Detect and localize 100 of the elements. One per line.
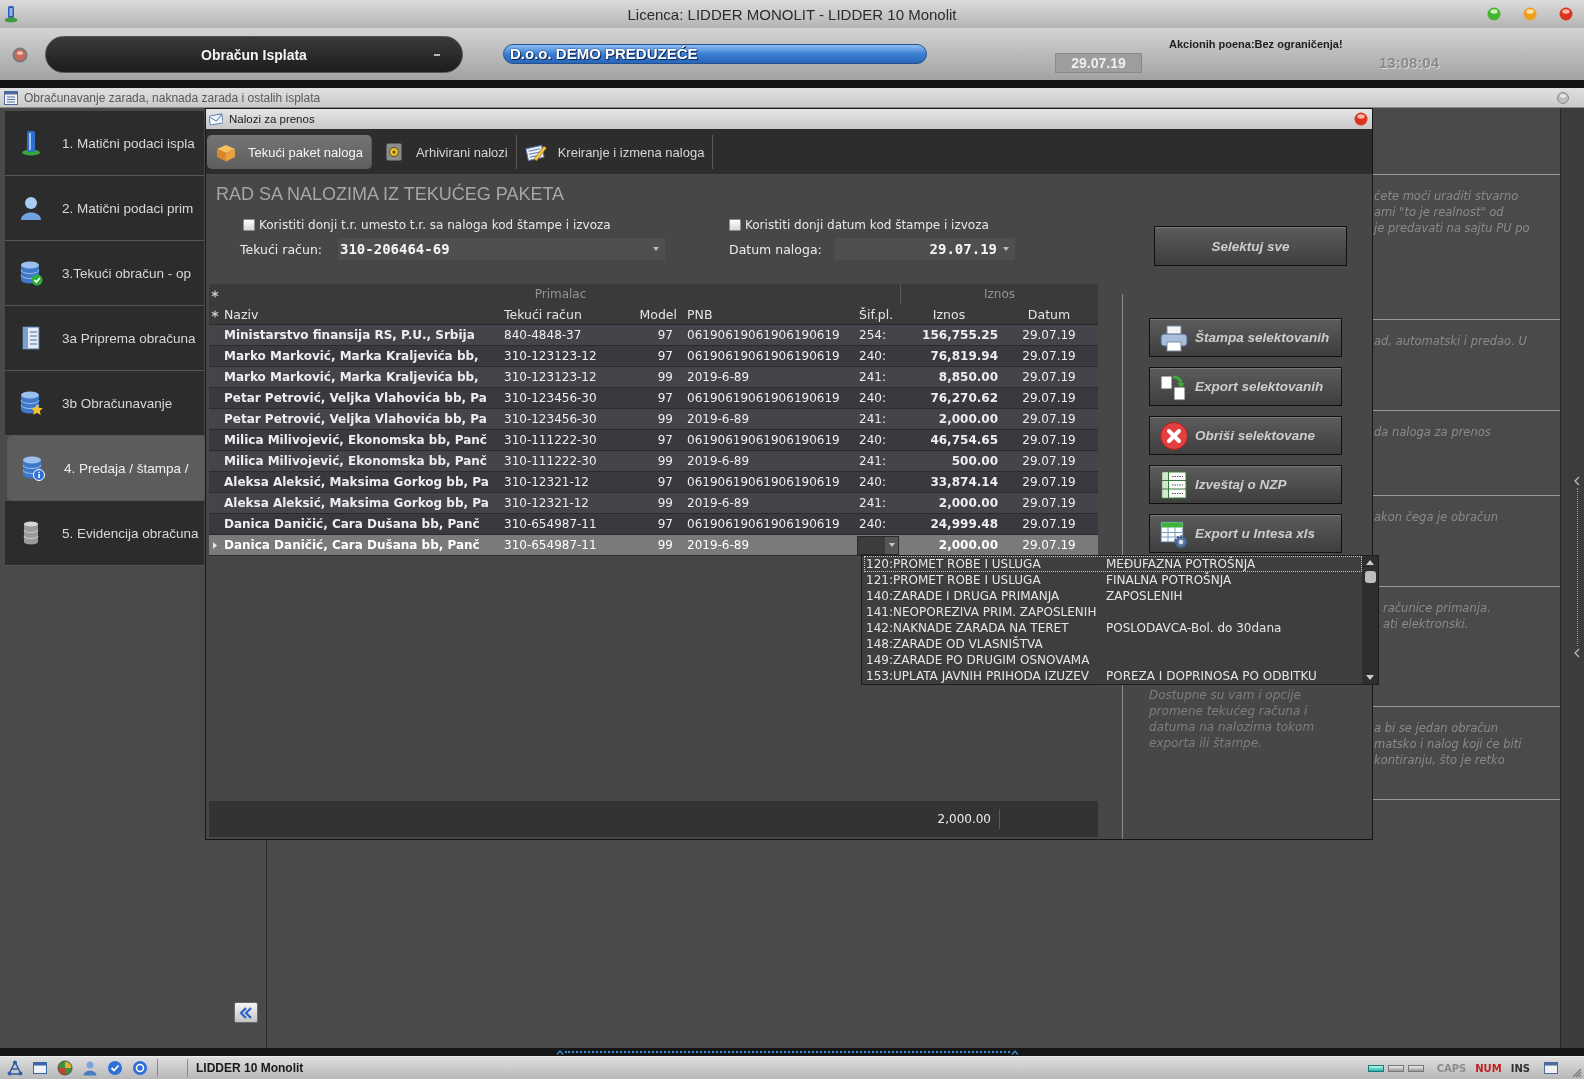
scrollbar-thumb[interactable]: [1364, 571, 1376, 583]
column-header[interactable]: Naziv: [221, 306, 502, 322]
module-selector[interactable]: Obračun Isplata: [45, 36, 463, 73]
checkbox-label: Koristiti donji t.r. umesto t.r. sa naloga kod štampe i izvoza: [259, 218, 611, 232]
dropdown-option[interactable]: 141:NEOPOREZIVA PRIM. ZAPOSLENIH: [864, 604, 1362, 620]
table-cell-text: 97: [656, 391, 674, 405]
close-button[interactable]: [1559, 7, 1573, 21]
table-row[interactable]: Danica Daničić, Cara Dušana bb, Panč 310-654987-11 97 06190619061906190619 240: 24,999.48 29.07.19: [209, 514, 1098, 535]
caret-down-icon: [653, 247, 659, 251]
row-pointer-icon: [213, 541, 217, 549]
column-header[interactable]: PNB: [681, 306, 856, 322]
column-header[interactable]: Tekući račun: [502, 306, 632, 322]
spreadsheet-icon: [1159, 469, 1189, 500]
check-circle-icon[interactable]: [107, 1060, 123, 1076]
dot-icon: [1354, 112, 1368, 126]
table-cell-text: 2,000.00: [937, 412, 999, 426]
sidebar-item[interactable]: 3.Tekući obračun - op: [5, 241, 204, 306]
action-button[interactable]: Export selektovanih: [1149, 367, 1342, 406]
envelope-icon: [209, 113, 223, 125]
table-cell-text: 2019-6-89: [686, 370, 751, 384]
table-cell-text: Aleksa Aleksić, Maksima Gorkog bb, Pa: [223, 475, 490, 489]
table-row[interactable]: Milica Milivojević, Ekonomska bb, Panč 310-111222-30 99 2019-6-89 241: 500.00 29.07.19: [209, 451, 1098, 472]
table-row[interactable]: Milica Milivojević, Ekonomska bb, Panč 310-111222-30 97 06190619061906190619 240: 46,754.65 29.07.19: [209, 430, 1098, 451]
network-icon[interactable]: [7, 1060, 23, 1076]
dropdown-field[interactable]: [857, 535, 899, 555]
double-chevron-left-icon: [239, 1006, 253, 1019]
table-row[interactable]: Danica Daničić, Cara Dušana bb, Panč 310-654987-11 99 2019-6-89 2,000.00 29.07.19: [209, 535, 1098, 556]
help-text: a bi se jedan obračun matsko i nalog koji će biti kontiranju, što je retko: [1374, 720, 1523, 768]
table-cell-text: Marko Marković, Marka Kraljevića bb,: [223, 349, 480, 363]
dropdown-option[interactable]: 121:PROMET ROBE I USLUGA FINALNA POTROŠNJA: [864, 572, 1362, 588]
sidebar-item[interactable]: 2. Matični podaci prim: [5, 176, 204, 241]
table-cell-text: 24,999.48: [929, 517, 999, 531]
action-button[interactable]: Export u Intesa xls: [1149, 514, 1342, 553]
sidebar-item[interactable]: 3b Obračunavanje: [5, 371, 204, 436]
asterisk-icon: [211, 310, 219, 318]
database-star-icon: [19, 390, 43, 416]
sidebar-item[interactable]: 5. Evidencija obračuna: [5, 501, 204, 566]
table-cell-text: Petar Petrović, Veljka Vlahovića bb, Pa: [223, 391, 488, 405]
table-cell-text: 29.07.19: [1021, 328, 1077, 342]
window-icon: [4, 90, 18, 105]
sidebar-item[interactable]: 4. Predaja / štampa /: [7, 436, 206, 501]
close-button[interactable]: [1354, 112, 1368, 126]
table-cell-text: Ministarstvo finansija RS, P.U., Srbija: [223, 328, 476, 342]
table-cell-text: 06190619061906190619: [686, 517, 841, 531]
input-field[interactable]: 29.07.19: [835, 238, 1015, 260]
table-row[interactable]: Petar Petrović, Veljka Vlahovića bb, Pa 310-123456-30 97 06190619061906190619 240: 76,270.62 29.07.19: [209, 388, 1098, 409]
dropdown-option[interactable]: 120:PROMET ROBE I USLUGA MEĐUFAZNA POTROŠNJA: [864, 556, 1362, 572]
window-icon[interactable]: [32, 1060, 48, 1076]
dropdown-option[interactable]: 140:ZARADE I DRUGA PRIMANJA ZAPOSLENIH: [864, 588, 1362, 604]
input-field[interactable]: 310-206464-69: [338, 238, 665, 260]
table-cell-text: 97: [656, 349, 674, 363]
table-gear-icon: [1159, 518, 1189, 549]
dropdown-option[interactable]: 149:ZARADE PO DRUGIM OSNOVAMA: [864, 652, 1362, 668]
collapse-button[interactable]: [234, 1002, 258, 1023]
table-row[interactable]: Aleksa Aleksić, Maksima Gorkog bb, Pa 310-12321-12 97 06190619061906190619 240: 33,874.14 29.07.19: [209, 472, 1098, 493]
resize-grip-icon[interactable]: [1571, 1066, 1582, 1078]
window-title: Licenca: LIDDER MONOLIT - LIDDER 10 Monolit: [627, 5, 957, 23]
window-icon[interactable]: [1544, 1062, 1558, 1074]
table-cell-text: Petar Petrović, Veljka Vlahovića bb, Pa: [223, 412, 488, 426]
scrollbar[interactable]: [1362, 556, 1378, 684]
section-heading: RAD SA NALOZIMA IZ TEKUĆEG PAKETA: [216, 183, 565, 205]
table-cell-text: 29.07.19: [1021, 370, 1077, 384]
building-icon: [19, 130, 43, 156]
column-header[interactable]: Šif.pl.: [856, 306, 900, 322]
table-row[interactable]: Ministarstvo finansija RS, P.U., Srbija 840-4848-37 97 06190619061906190619 254: 156,755.25 29.07.19: [209, 325, 1098, 346]
checkbox[interactable]: [729, 219, 741, 231]
checkbox[interactable]: [243, 219, 255, 231]
column-header[interactable]: Datum: [1000, 306, 1098, 322]
table-row[interactable]: Petar Petrović, Veljka Vlahovića bb, Pa 310-123456-30 99 2019-6-89 241: 2,000.00 29.07.19: [209, 409, 1098, 430]
action-button[interactable]: Izveštaj o NZP: [1149, 465, 1342, 504]
window-title: Obračunavanje zarada, naknada zarada i ostalih isplata: [24, 90, 322, 105]
tab[interactable]: Arhivirani nalozi: [374, 135, 517, 169]
table-row[interactable]: Marko Marković, Marka Kraljevića bb, 310-123123-12 99 2019-6-89 241: 8,850.00 29.07.19: [209, 367, 1098, 388]
globe-icon[interactable]: [57, 1060, 73, 1076]
select-all-button[interactable]: Selektuj sve: [1154, 226, 1347, 266]
action-button[interactable]: Obriši selektovane: [1149, 416, 1342, 455]
sidebar-item[interactable]: 1. Matični podaci ispla: [5, 111, 204, 176]
dropdown-option[interactable]: 142:NAKNADE ZARADA NA TERET POSLODAVCA-Bol. do 30dana: [864, 620, 1362, 636]
ring-icon[interactable]: [132, 1060, 148, 1076]
splitter-handle[interactable]: [565, 1051, 1010, 1053]
person-icon[interactable]: [82, 1060, 98, 1076]
action-button[interactable]: Štampa selektovanih: [1149, 318, 1342, 357]
date-display: 29.07.19: [1055, 53, 1142, 73]
table-cell-text: Danica Daničić, Cara Dušana bb, Panč: [223, 517, 481, 531]
caret-down-icon: [888, 543, 895, 547]
table-row[interactable]: Aleksa Aleksić, Maksima Gorkog bb, Pa 310-12321-12 99 2019-6-89 241: 2,000.00 29.07.19: [209, 493, 1098, 514]
database-info-icon: [21, 455, 45, 481]
dropdown-option[interactable]: 153:UPLATA JAVNIH PRIHODA IZUZEV POREZA I DOPRINOSA PO ODBITKU: [864, 668, 1362, 684]
dropdown-option[interactable]: 148:ZARADE OD VLASNIŠTVA: [864, 636, 1362, 652]
dot-icon: [12, 47, 28, 63]
tab[interactable]: Tekući paket naloga: [207, 135, 372, 169]
column-header[interactable]: Iznos: [900, 306, 1000, 322]
sidebar-item[interactable]: 3a Priprema obračuna: [5, 306, 204, 371]
help-text: računice primanja. ati elektronski.: [1383, 600, 1492, 632]
column-header[interactable]: Model: [632, 306, 681, 322]
tab[interactable]: Kreiranje i izmena naloga: [516, 135, 714, 169]
table-row[interactable]: Marko Marković, Marka Kraljevića bb, 310-123123-12 97 06190619061906190619 240: 76,819.94 29.07.19: [209, 346, 1098, 367]
table-cell-text: 06190619061906190619: [686, 391, 841, 405]
table-cell-text: 99: [656, 370, 674, 384]
close-button[interactable]: [1557, 91, 1569, 104]
